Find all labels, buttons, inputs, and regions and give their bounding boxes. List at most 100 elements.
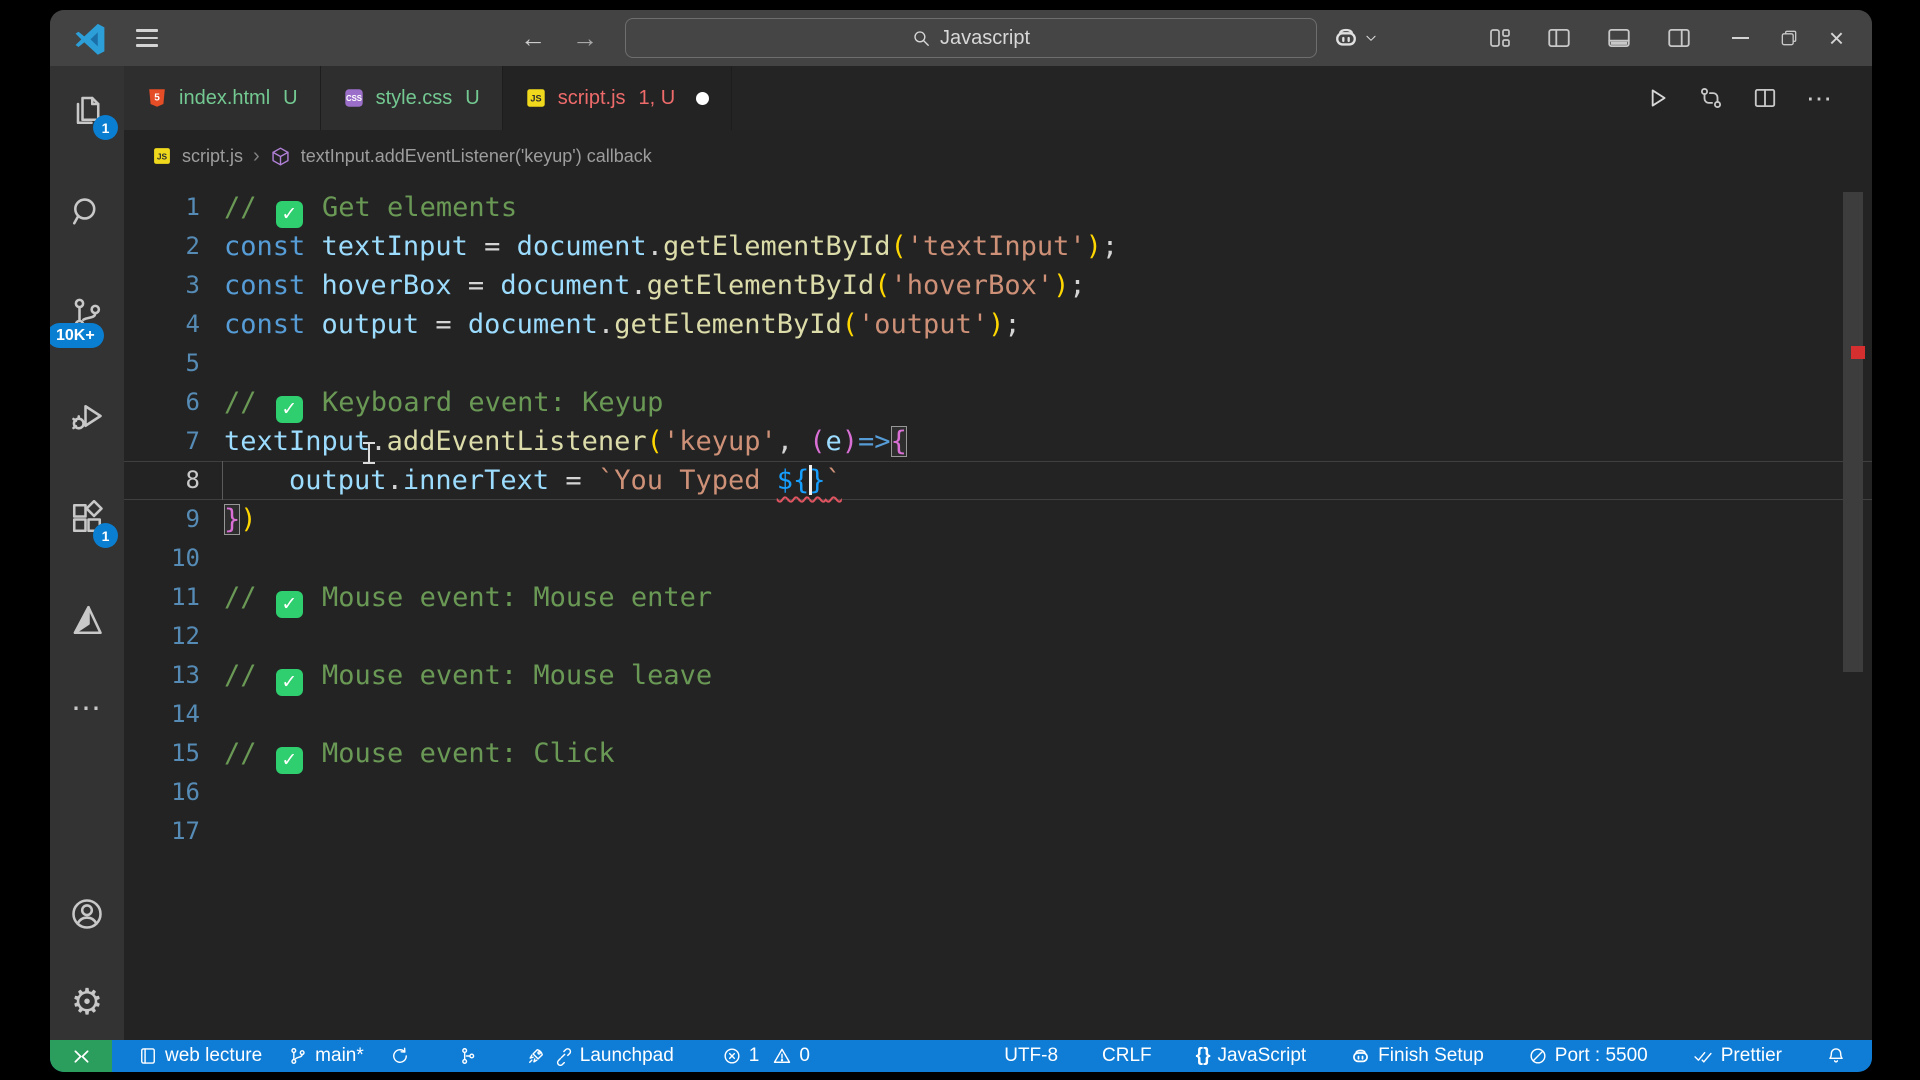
notifications-bell-icon[interactable] xyxy=(1826,1046,1846,1066)
search-icon xyxy=(912,29,931,48)
code-line[interactable]: 11 // ✓ Mouse event: Mouse enter xyxy=(124,578,1872,618)
code-editor[interactable]: 1 // ✓ Get elements 2 const textInput = doc… xyxy=(124,182,1872,1040)
sidebar-item-extensions[interactable]: 1 xyxy=(63,494,118,548)
code-text: // ✓ Get elements xyxy=(224,188,1872,228)
eol-indicator[interactable]: CRLF xyxy=(1102,1045,1152,1067)
breadcrumb-file[interactable]: script.js xyxy=(182,146,243,167)
close-button[interactable]: × xyxy=(1829,25,1844,51)
editor-group: 5 index.html U CSS style.css U JS script… xyxy=(124,66,1872,1040)
code-line[interactable]: 6 // ✓ Keyboard event: Keyup xyxy=(124,383,1872,423)
code-text: const textInput = document.getElementByI… xyxy=(224,231,1119,262)
line-number: 17 xyxy=(171,817,200,845)
code-line[interactable]: 4 const output = document.getElementById(… xyxy=(124,305,1872,344)
warning-count: 0 xyxy=(799,1045,810,1066)
split-editor-icon[interactable] xyxy=(1752,85,1778,111)
svg-text:5: 5 xyxy=(154,92,160,103)
run-file-button[interactable] xyxy=(1644,85,1670,111)
title-bar: ← → Javascript × xyxy=(50,10,1872,66)
code-line[interactable]: 13 // ✓ Mouse event: Mouse leave xyxy=(124,656,1872,696)
sidebar-item-run-debug[interactable] xyxy=(63,392,111,440)
code-line[interactable]: 16 xyxy=(124,773,1872,812)
vscode-window: ← → Javascript × 1 10K+ 1 ⋯ ⚙ 5 index.ht… xyxy=(50,10,1872,1072)
code-line[interactable]: 12 xyxy=(124,617,1872,656)
unsaved-changes-dot[interactable] xyxy=(696,91,710,105)
line-number: 2 xyxy=(185,232,200,260)
toggle-sidebar-icon[interactable] xyxy=(1546,25,1572,51)
code-line[interactable]: 15 // ✓ Mouse event: Click xyxy=(124,734,1872,774)
formatter-indicator[interactable]: Prettier xyxy=(1692,1045,1782,1067)
remote-indicator[interactable] xyxy=(50,1040,112,1072)
sidebar-item-explorer[interactable]: 1 xyxy=(63,86,118,140)
scrollbar-thumb[interactable] xyxy=(1843,192,1863,672)
git-branch-indicator[interactable]: main* xyxy=(288,1045,364,1067)
tab-bar: 5 index.html U CSS style.css U JS script… xyxy=(124,66,1872,130)
back-arrow-icon[interactable]: ← xyxy=(520,25,546,51)
account-icon[interactable] xyxy=(63,890,111,938)
code-line[interactable]: 7 textInput.addEventListener('keyup', (e)… xyxy=(124,422,1872,461)
copilot-menu[interactable] xyxy=(1332,24,1378,52)
line-number: 4 xyxy=(185,310,200,338)
tab-style-css[interactable]: CSS style.css U xyxy=(320,66,503,130)
restore-button[interactable] xyxy=(1779,28,1799,48)
code-line[interactable]: 3 const hoverBox = document.getElementByI… xyxy=(124,266,1872,305)
line-number: 3 xyxy=(185,271,200,299)
code-line[interactable]: 17 xyxy=(124,812,1872,851)
line-number: 10 xyxy=(171,544,200,572)
more-actions-icon[interactable]: ⋯ xyxy=(63,684,111,732)
code-line[interactable]: 1 // ✓ Get elements xyxy=(124,188,1872,228)
line-number: 6 xyxy=(185,388,200,416)
line-number: 13 xyxy=(171,661,200,689)
sidebar-item-prism-extension[interactable] xyxy=(63,596,111,644)
error-count: 1 xyxy=(748,1045,760,1066)
code-line[interactable]: 10 xyxy=(124,539,1872,578)
js-file-icon: JS xyxy=(152,146,172,166)
tab-label: script.js xyxy=(557,86,626,109)
git-compare-icon[interactable] xyxy=(1698,85,1724,111)
source-control-badge: 10K+ xyxy=(50,323,104,348)
code-text: output.innerText = `You Typed ${}` xyxy=(222,461,1872,500)
settings-gear-icon[interactable]: ⚙ xyxy=(63,978,111,1026)
problems-indicator[interactable]: 1 0 xyxy=(722,1045,810,1067)
tab-git-status: U xyxy=(283,86,298,109)
breadcrumb: JS script.js › textInput.addEventListene… xyxy=(124,130,1872,182)
sidebar-item-search[interactable] xyxy=(63,188,111,236)
command-center-search[interactable]: Javascript xyxy=(625,18,1317,58)
code-text: const output = document.getElementById('… xyxy=(224,309,1021,340)
language-mode-indicator[interactable]: {} JavaScript xyxy=(1196,1045,1307,1067)
tab-label: style.css xyxy=(375,86,453,109)
sync-changes-icon[interactable] xyxy=(390,1046,410,1066)
workspace-indicator[interactable]: web lecture xyxy=(138,1045,262,1067)
check-emoji-icon: ✓ xyxy=(275,201,303,228)
customize-layout-icon[interactable] xyxy=(1488,26,1512,50)
live-server-port[interactable]: Port : 5500 xyxy=(1528,1045,1648,1067)
toggle-secondary-sidebar-icon[interactable] xyxy=(1666,25,1692,51)
code-line[interactable]: 9}) xyxy=(124,500,1872,539)
toggle-panel-icon[interactable] xyxy=(1606,25,1632,51)
git-graph-icon[interactable] xyxy=(458,1046,478,1066)
code-line[interactable]: 2 const textInput = document.getElementBy… xyxy=(124,227,1872,266)
tab-problems-git-status: 1, U xyxy=(638,86,676,109)
code-line[interactable]: 8 output.innerText = `You Typed ${}` xyxy=(124,461,1872,500)
svg-text:JS: JS xyxy=(157,151,168,161)
sidebar-item-source-control[interactable]: 10K+ xyxy=(50,290,111,348)
code-line[interactable]: 5 xyxy=(124,344,1872,383)
tab-script-js[interactable]: JS script.js 1, U xyxy=(502,66,733,130)
check-emoji-icon: ✓ xyxy=(275,747,303,774)
line-number: 11 xyxy=(171,583,200,611)
braces-icon: {} xyxy=(1195,1045,1211,1066)
editor-more-actions-icon[interactable]: ⋯ xyxy=(1806,83,1834,114)
line-number: 5 xyxy=(185,349,200,377)
menu-hamburger-icon[interactable] xyxy=(136,29,158,47)
code-line[interactable]: 14 xyxy=(124,695,1872,734)
status-bar: web lecture main* Launchpad 1 0 UTF-8 CR… xyxy=(50,1040,1872,1072)
tab-index-html[interactable]: 5 index.html U xyxy=(124,66,321,130)
launchpad-indicator[interactable]: Launchpad xyxy=(526,1045,674,1067)
copilot-status[interactable]: Finish Setup xyxy=(1350,1045,1484,1067)
minimize-button[interactable] xyxy=(1731,37,1749,39)
encoding-indicator[interactable]: UTF-8 xyxy=(1004,1045,1058,1067)
breadcrumb-symbol[interactable]: textInput.addEventListener('keyup') call… xyxy=(301,146,652,167)
code-text: // ✓ Mouse event: Mouse enter xyxy=(224,578,1872,618)
forward-arrow-icon[interactable]: → xyxy=(572,25,598,51)
